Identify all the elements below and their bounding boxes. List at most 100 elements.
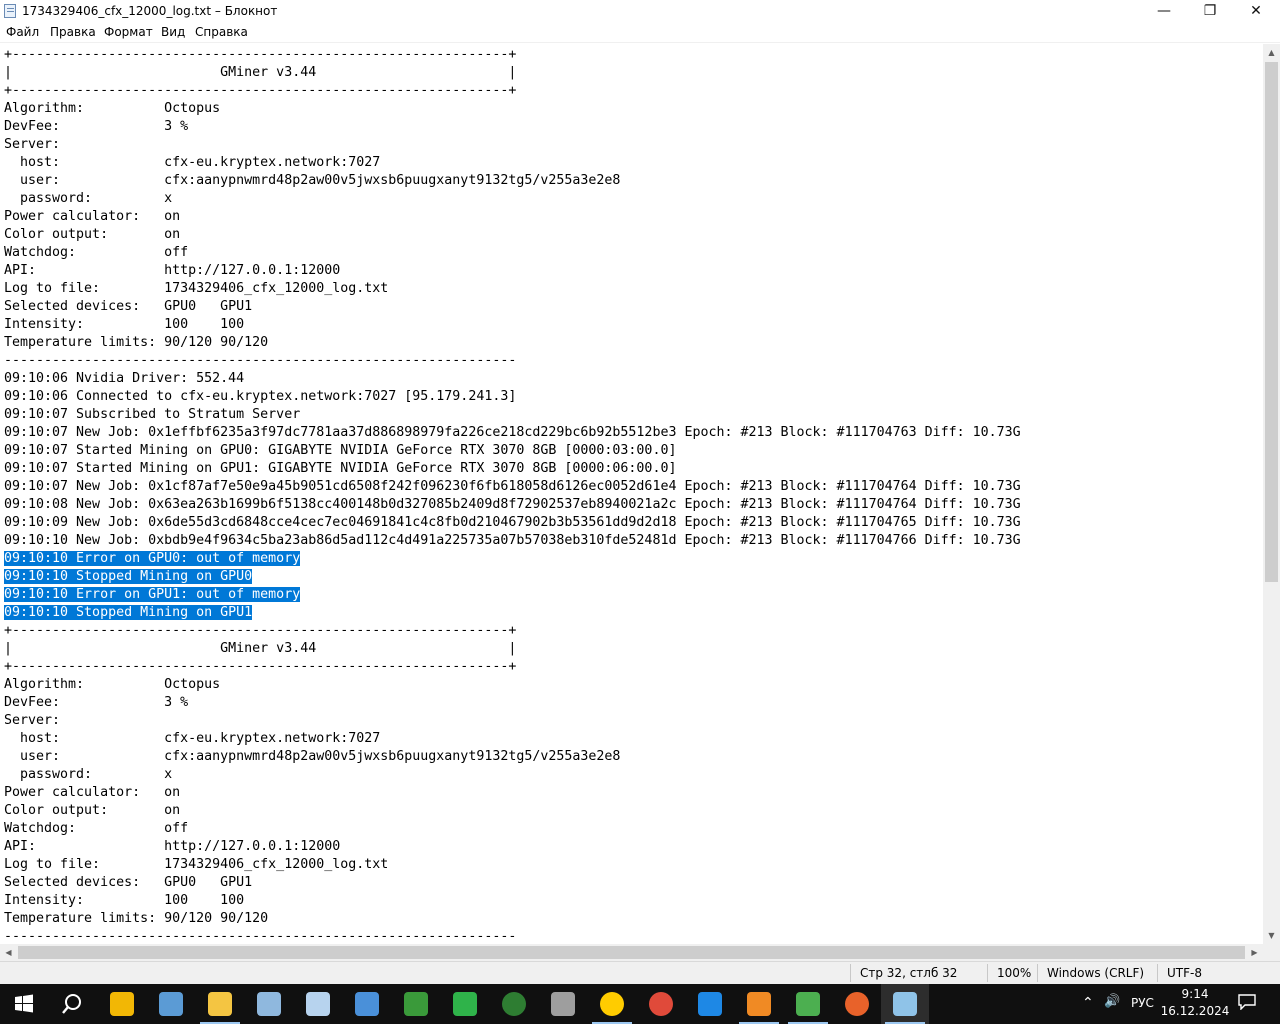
horizontal-scrollbar[interactable]: ◀ ▶ [0,944,1263,961]
zoom-level: 100% [997,966,1032,980]
text-line: 09:10:07 Started Mining on GPU0: GIGABYT… [4,442,1021,460]
search-button[interactable] [48,984,96,1024]
taskbar: ⌃ 🔊 РУС 9:14 16.12.2024 [0,984,1280,1024]
restore-button[interactable]: ❐ [1187,0,1233,23]
text-line: Temperature limits: 90/120 90/120 [4,334,1021,352]
taskbar-app-10[interactable] [539,984,587,1024]
taskbar-app-13[interactable] [686,984,734,1024]
text-line: +---------------------------------------… [4,46,1021,64]
text-line: 09:10:10 Error on GPU0: out of memory [4,550,1021,568]
taskbar-app-5[interactable] [294,984,342,1024]
line-text: Watchdog: off [4,245,189,260]
line-text: 09:10:07 Started Mining on GPU0: GIGABYT… [4,443,677,458]
menu-file[interactable]: Файл [6,25,39,39]
line-text: DevFee: 3 % [4,119,189,134]
notepad-icon [893,992,917,1016]
scroll-left-icon[interactable]: ◀ [0,944,17,961]
settings-app-icon [551,992,575,1016]
taskbar-app-11[interactable] [588,984,636,1024]
taskbar-app-3[interactable] [196,984,244,1024]
text-line: 09:10:07 New Job: 0x1effbf6235a3f97dc778… [4,424,1021,442]
diamond-icon [698,992,722,1016]
taskbar-app-2[interactable] [147,984,195,1024]
close-button[interactable]: ✕ [1233,0,1279,23]
line-text: +---------------------------------------… [4,659,517,674]
notification-icon[interactable] [1238,994,1256,1011]
taskbar-app-4[interactable] [245,984,293,1024]
volume-icon[interactable]: 🔊 [1104,994,1120,1024]
warning-app-icon [110,992,134,1016]
text-line: password: x [4,190,1021,208]
line-text: +---------------------------------------… [4,47,517,62]
text-line: +---------------------------------------… [4,658,1021,676]
tray-chevron-icon[interactable]: ⌃ [1082,995,1094,1024]
taskbar-app-15[interactable] [784,984,832,1024]
windows-icon [12,992,36,1016]
taskbar-app-7[interactable] [392,984,440,1024]
taskbar-app-9[interactable] [490,984,538,1024]
line-text: API: http://127.0.0.1:12000 [4,839,341,854]
text-line: Selected devices: GPU0 GPU1 [4,298,1021,316]
taskbar-app-6[interactable] [343,984,391,1024]
control-panel-icon [355,992,379,1016]
menu-view[interactable]: Вид [161,25,185,39]
menu-edit[interactable]: Правка [50,25,96,39]
xbox-icon [502,992,526,1016]
horizontal-scroll-thumb[interactable] [18,946,1245,959]
line-text: 09:10:07 New Job: 0x1effbf6235a3f97dc778… [4,425,1021,440]
line-text: Color output: on [4,227,181,242]
scroll-up-icon[interactable]: ▲ [1263,44,1280,61]
taskbar-app-14[interactable] [735,984,783,1024]
scroll-right-icon[interactable]: ▶ [1246,944,1263,961]
text-line: host: cfx-eu.kryptex.network:7027 [4,730,1021,748]
line-text: Server: [4,137,61,152]
language-indicator[interactable]: РУС [1131,996,1154,1024]
menu-format[interactable]: Формат [104,25,153,39]
taskbar-app-8[interactable] [441,984,489,1024]
line-text: user: cfx:aanypnwmrd48p2aw00v5jwxsb6puug… [4,749,621,764]
line-text: +---------------------------------------… [4,623,517,638]
line-text: password: x [4,767,173,782]
text-line: +---------------------------------------… [4,82,1021,100]
start-button[interactable] [0,984,48,1024]
taskbar-app-12[interactable] [637,984,685,1024]
text-line: 09:10:07 Subscribed to Stratum Server [4,406,1021,424]
status-bar: Стр 32, стлб 32 100% Windows (CRLF) UTF-… [0,961,1280,984]
restore-icon: ❐ [1203,3,1217,19]
yandex-browser-icon [600,992,624,1016]
line-text: Algorithm: Octopus [4,677,221,692]
vertical-scroll-thumb[interactable] [1265,62,1278,582]
text-editor[interactable]: +---------------------------------------… [0,44,1263,944]
text-line: API: http://127.0.0.1:12000 [4,838,1021,856]
text-line: DevFee: 3 % [4,118,1021,136]
line-text: 09:10:07 Subscribed to Stratum Server [4,407,301,422]
line-text: | GMiner v3.44 | [4,641,517,656]
text-line: Color output: on [4,226,1021,244]
xr-app-icon [845,992,869,1016]
line-text: 09:10:06 Connected to cfx-eu.kryptex.net… [4,389,517,404]
text-line: Intensity: 100 100 [4,316,1021,334]
vertical-scrollbar[interactable]: ▲ ▼ [1263,44,1280,944]
text-line: Algorithm: Octopus [4,100,1021,118]
line-text: Log to file: 1734329406_cfx_12000_log.tx… [4,281,389,296]
taskbar-app-16[interactable] [833,984,881,1024]
clock-date: 16.12.2024 [1160,1004,1230,1018]
text-line: Power calculator: on [4,784,1021,802]
menu-help[interactable]: Справка [195,25,248,39]
paint-icon [257,992,281,1016]
line-endings: Windows (CRLF) [1047,966,1145,980]
window-title: 1734329406_cfx_12000_log.txt – Блокнот [22,4,278,18]
scroll-down-icon[interactable]: ▼ [1263,927,1280,944]
status-separator [1157,964,1158,982]
selected-text: 09:10:10 Error on GPU0: out of memory [4,551,301,566]
text-line: 09:10:06 Connected to cfx-eu.kryptex.net… [4,388,1021,406]
minimize-button[interactable]: — [1141,0,1187,23]
clock[interactable]: 9:14 16.12.2024 [1160,986,1230,1020]
search-icon [60,992,84,1016]
line-text: Watchdog: off [4,821,189,836]
text-line: 09:10:08 New Job: 0x63ea263b1699b6f5138c… [4,496,1021,514]
taskbar-app-17[interactable] [881,984,929,1024]
title-bar: 1734329406_cfx_12000_log.txt – Блокнот —… [0,0,1280,23]
taskbar-app-1[interactable] [98,984,146,1024]
line-text: Selected devices: GPU0 GPU1 [4,299,253,314]
